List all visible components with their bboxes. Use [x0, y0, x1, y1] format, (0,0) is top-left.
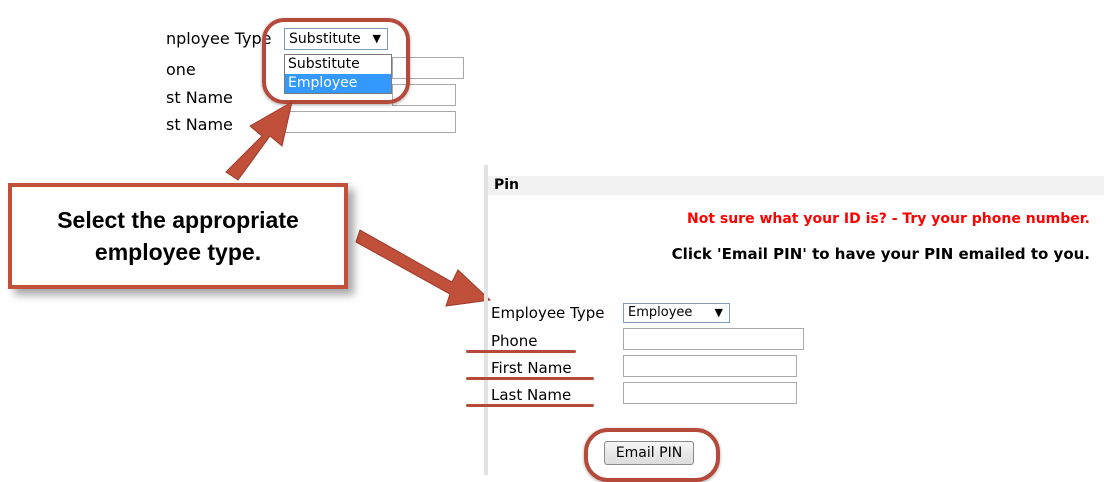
- up-arrow-icon: [225, 101, 293, 181]
- employee-type-select[interactable]: Employee ▼: [623, 303, 730, 323]
- email-pin-highlight-ring: [584, 428, 720, 482]
- phone-label: Phone: [491, 332, 538, 350]
- first-name-label: First Name: [491, 359, 572, 377]
- pin-header-bar: [488, 176, 1104, 195]
- employee-type-label: Employee Type: [491, 304, 605, 322]
- last-name-label: Last Name: [491, 386, 572, 404]
- select-value: Employee: [628, 305, 693, 320]
- phone-input[interactable]: [623, 328, 804, 350]
- dropdown-arrow-icon: ▼: [714, 306, 723, 319]
- last-name-underline-mark: [466, 404, 594, 407]
- last-name-input[interactable]: [623, 382, 797, 404]
- instruction-callout: Select the appropriate employee type.: [8, 183, 348, 289]
- email-pin-instructions: Click 'Email PIN' to have your PIN email…: [671, 245, 1090, 263]
- pin-section-title: Pin: [494, 177, 520, 193]
- down-arrow-icon: [355, 229, 492, 307]
- callout-text: Select the appropriate employee type.: [57, 207, 299, 265]
- id-hint-warning: Not sure what your ID is? - Try your pho…: [686, 211, 1090, 227]
- first-name-input[interactable]: [623, 355, 797, 377]
- phone-underline-mark: [466, 350, 576, 353]
- form-left-border: [484, 165, 488, 475]
- first-name-underline-mark: [466, 377, 594, 380]
